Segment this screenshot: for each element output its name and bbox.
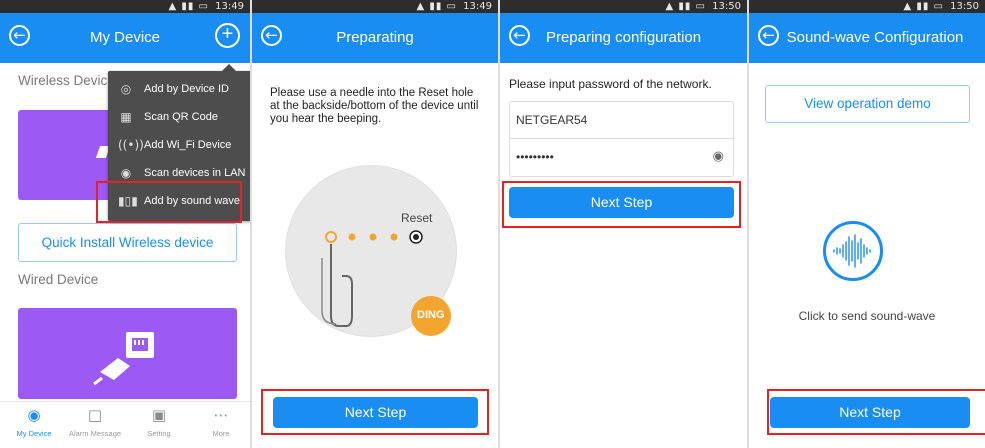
status-bar: ▲ ▮▮ ▭ 13:49 <box>0 0 250 13</box>
title-bar: ← Preparating <box>252 13 498 63</box>
highlight-next-step <box>261 389 489 435</box>
menu-pointer <box>222 64 236 71</box>
screen-sound-wave-configuration: ▲ ▮▮ ▭ 13:50 ← Sound-wave Configuration … <box>749 0 985 448</box>
page-title: Preparating <box>336 29 414 46</box>
view-operation-demo-button[interactable]: View operation demo <box>765 85 970 123</box>
status-bar: ▲ ▮▮ ▭ 13:50 <box>749 0 985 13</box>
wireless-device-label: Wireless Devic <box>18 73 108 88</box>
page-title: Preparing configuration <box>545 29 702 46</box>
title-bar: ← My Device + <box>0 13 250 63</box>
device-id-icon: ◎ <box>120 82 132 96</box>
screen-preparating: ▲ ▮▮ ▭ 13:49 ← Preparating Please use a … <box>252 0 498 448</box>
screen-my-device: ▲ ▮▮ ▭ 13:49 ← My Device + Wireless Devi… <box>0 0 250 448</box>
status-icons: ▲ ▮▮ ▭ <box>168 1 209 12</box>
panel-divider <box>747 0 749 448</box>
reset-instruction: Please use a needle into the Reset hole … <box>270 87 479 125</box>
password-field[interactable]: ••••••••• ◉ <box>509 139 734 177</box>
ssid-field[interactable]: NETGEAR54 <box>509 101 734 139</box>
page-title: Sound-wave Configuration <box>786 29 964 46</box>
tab-more[interactable]: ⋯ More <box>190 406 250 438</box>
status-icons: ▲ ▮▮ ▭ <box>416 1 457 12</box>
message-icon: □ <box>87 406 103 424</box>
camera-icon: ◉ <box>27 406 41 424</box>
status-time: 13:49 <box>215 1 244 12</box>
sound-wave-icon <box>833 234 871 268</box>
wifi-icon: ((•)) <box>118 138 144 152</box>
tab-alarm-message[interactable]: □ Alarm Message <box>64 406 126 438</box>
bottom-tab-bar: ◉ My Device □ Alarm Message ▣ Setting ⋯ … <box>0 401 250 448</box>
qr-code-icon: ▦ <box>120 110 132 124</box>
page-title: My Device <box>89 29 160 46</box>
menu-item-qr-code[interactable]: ▦ Scan QR Code <box>108 103 250 131</box>
panel-divider <box>250 0 252 448</box>
reset-label: Reset <box>401 211 433 225</box>
ethernet-plug-icon <box>93 332 154 386</box>
tab-my-device[interactable]: ◉ My Device <box>3 406 65 438</box>
status-icons: ▲ ▮▮ ▭ <box>665 1 706 12</box>
menu-item-device-id[interactable]: ◎ Add by Device ID <box>108 75 250 103</box>
screen-preparing-configuration: ▲ ▮▮ ▭ 13:50 ← Preparing configuration P… <box>500 0 747 448</box>
wired-device-label: Wired Device <box>18 272 99 287</box>
ssid-value: NETGEAR54 <box>516 113 588 127</box>
wired-device-card[interactable] <box>18 308 237 399</box>
monitor-icon: ▣ <box>151 406 167 424</box>
status-bar: ▲ ▮▮ ▭ 13:49 <box>252 0 498 13</box>
status-icons: ▲ ▮▮ ▭ <box>903 1 944 12</box>
title-bar: ← Preparing configuration <box>500 13 747 63</box>
more-icon: ⋯ <box>213 406 229 424</box>
eye-icon[interactable]: ◉ <box>713 139 724 175</box>
highlight-next-step <box>502 181 741 228</box>
send-sound-wave-label: Click to send sound-wave <box>798 309 936 323</box>
password-value: ••••••••• <box>516 150 554 164</box>
highlight-next-step <box>767 389 985 435</box>
password-prompt: Please input password of the network. <box>509 77 712 91</box>
panel-divider <box>498 0 500 448</box>
menu-item-wifi-device[interactable]: ((•)) Add Wi_Fi Device <box>108 131 250 159</box>
status-bar: ▲ ▮▮ ▭ 13:50 <box>500 0 747 13</box>
add-device-button[interactable]: + <box>215 23 240 48</box>
status-time: 13:50 <box>950 1 979 12</box>
status-time: 13:49 <box>463 1 492 12</box>
status-time: 13:50 <box>712 1 741 12</box>
title-bar: ← Sound-wave Configuration <box>749 13 985 63</box>
tab-setting[interactable]: ▣ Setting <box>128 406 190 438</box>
quick-install-button[interactable]: Quick Install Wireless device <box>18 223 237 262</box>
send-sound-wave-button[interactable] <box>823 221 883 281</box>
ding-label: DING <box>417 309 445 321</box>
highlight-sound-wave <box>96 181 242 223</box>
